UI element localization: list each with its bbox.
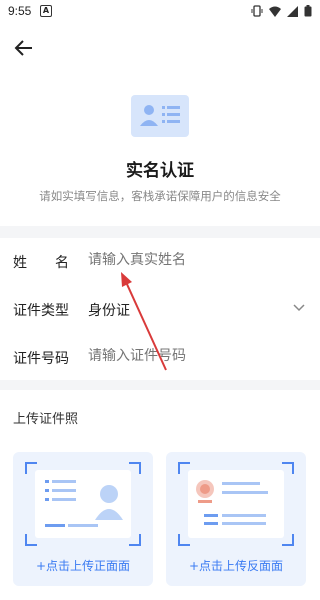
upload-front-label[interactable]: +点击上传正面面 — [13, 557, 153, 574]
name-label: 姓 名 — [13, 252, 69, 272]
name-label-char-1: 姓 — [13, 255, 27, 271]
upload-back-button[interactable]: +点击上传反面面 — [166, 452, 306, 586]
header-section: 实名认证 请如实填写信息，客栈承诺保障用户的信息安全 — [0, 22, 320, 226]
upload-front-button[interactable]: +点击上传正面面 — [13, 452, 153, 586]
battery-icon — [304, 5, 312, 17]
name-input[interactable] — [88, 252, 288, 268]
id-number-input[interactable] — [88, 348, 288, 364]
id-back-preview — [188, 470, 284, 538]
status-bar: 9:55 A — [0, 0, 320, 22]
status-time: 9:55 — [8, 4, 32, 18]
signal-icon — [287, 5, 298, 17]
id-type-row[interactable]: 证件类型 身份证 — [0, 286, 320, 332]
page-title: 实名认证 — [126, 161, 194, 181]
upload-section: 上传证件照 +点击上传正面面 +点击上传反面面 — [0, 390, 320, 600]
back-button[interactable] — [12, 36, 36, 60]
status-icons — [251, 5, 312, 17]
notification-icon: A — [40, 5, 52, 17]
identity-form: 姓 名 证件类型 身份证 证件号码 — [0, 238, 320, 380]
id-number-row: 证件号码 — [0, 334, 320, 380]
vibrate-icon — [251, 5, 263, 17]
id-number-label: 证件号码 — [13, 351, 69, 367]
page-subtitle: 请如实填写信息，客栈承诺保障用户的信息安全 — [39, 189, 281, 203]
name-row: 姓 名 — [0, 238, 320, 284]
arrow-left-icon — [14, 40, 32, 56]
id-front-icon — [45, 480, 123, 527]
id-type-value[interactable]: 身份证 — [88, 300, 130, 320]
id-front-preview — [35, 470, 131, 538]
name-label-char-2: 名 — [55, 255, 69, 271]
national-emblem-icon — [196, 480, 268, 525]
id-card-illustration — [131, 95, 189, 137]
upload-title: 上传证件照 — [13, 412, 79, 427]
wifi-icon — [269, 6, 281, 17]
chevron-down-icon[interactable] — [292, 300, 306, 314]
upload-back-label[interactable]: +点击上传反面面 — [166, 557, 306, 574]
id-card-icon — [140, 105, 180, 126]
id-type-label: 证件类型 — [13, 303, 69, 319]
